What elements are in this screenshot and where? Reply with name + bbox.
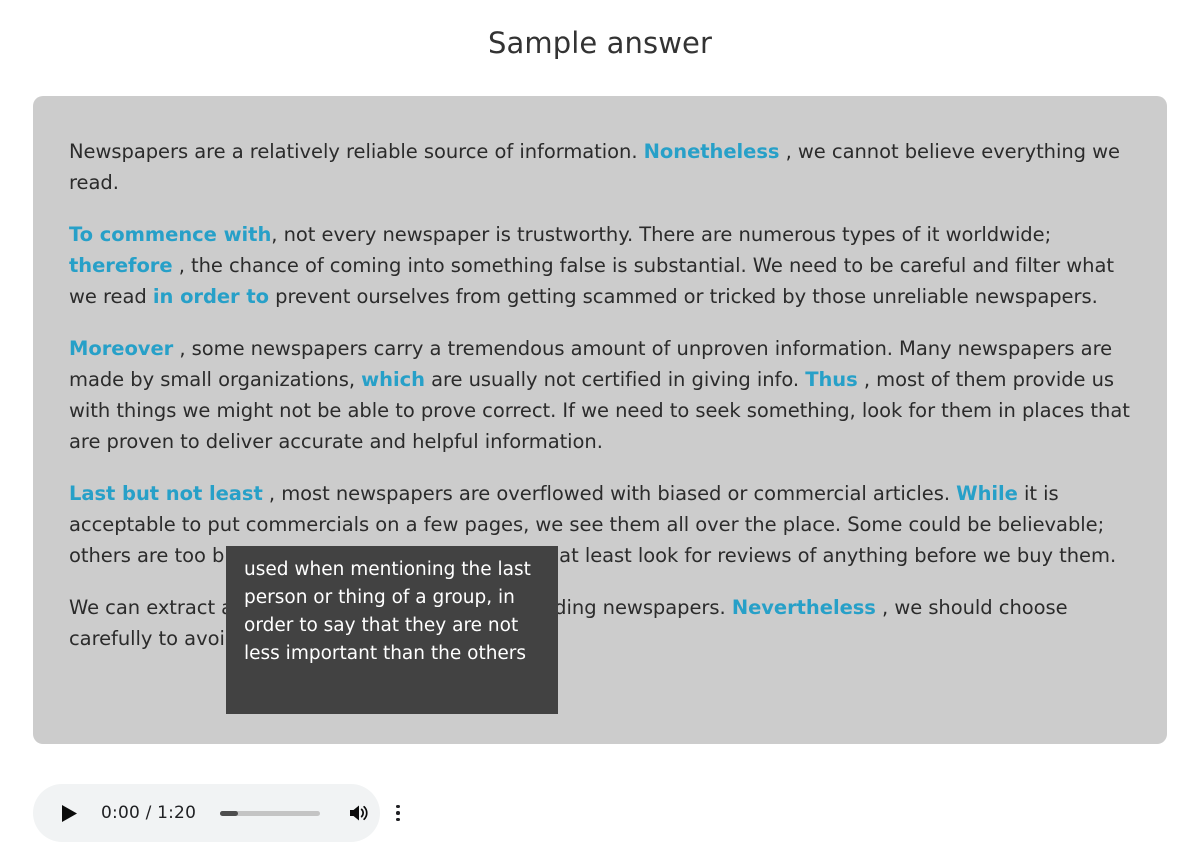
- page-title: Sample answer: [488, 26, 712, 60]
- paragraph-text: , most newspapers are overflowed with bi…: [262, 482, 957, 505]
- answer-paragraph: Moreover , some newspapers carry a treme…: [69, 333, 1131, 457]
- linking-word[interactable]: Nevertheless: [732, 596, 876, 619]
- audio-progress-fill: [220, 810, 239, 816]
- menu-dot: [396, 817, 400, 822]
- menu-dot: [396, 804, 400, 809]
- paragraph-text: Newspapers are a relatively reliable sou…: [69, 140, 644, 163]
- audio-time-display: 0:00 / 1:20: [101, 803, 197, 823]
- linking-word[interactable]: which: [361, 368, 425, 391]
- audio-progress-bar[interactable]: [220, 810, 321, 816]
- volume-on-icon[interactable]: [348, 802, 370, 824]
- linking-word[interactable]: Moreover: [69, 337, 173, 360]
- paragraph-text: prevent ourselves from getting scammed o…: [269, 285, 1098, 308]
- linking-word[interactable]: While: [956, 482, 1018, 505]
- linking-word[interactable]: Nonetheless: [644, 140, 780, 163]
- definition-tooltip: used when mentioning the last person or …: [226, 546, 558, 714]
- answer-paragraph: To commence with, not every newspaper is…: [69, 219, 1131, 312]
- audio-player[interactable]: 0:00 / 1:20: [33, 784, 400, 842]
- linking-word[interactable]: Thus: [805, 368, 858, 391]
- sample-answer-panel: Newspapers are a relatively reliable sou…: [33, 96, 1167, 744]
- answer-paragraph: Newspapers are a relatively reliable sou…: [69, 136, 1131, 198]
- linking-word[interactable]: To commence with: [69, 223, 271, 246]
- paragraph-text: are usually not certified in giving info…: [424, 368, 806, 391]
- menu-dot: [396, 811, 400, 815]
- paragraph-text: , not every newspaper is trustworthy. Th…: [271, 223, 1052, 246]
- linking-word[interactable]: in order to: [153, 285, 269, 308]
- more-vertical-icon[interactable]: [388, 802, 408, 824]
- linking-word[interactable]: therefore: [69, 254, 173, 277]
- tooltip-text: used when mentioning the last person or …: [244, 559, 531, 664]
- play-icon[interactable]: [59, 803, 79, 823]
- linking-word[interactable]: Last but not least: [69, 482, 263, 505]
